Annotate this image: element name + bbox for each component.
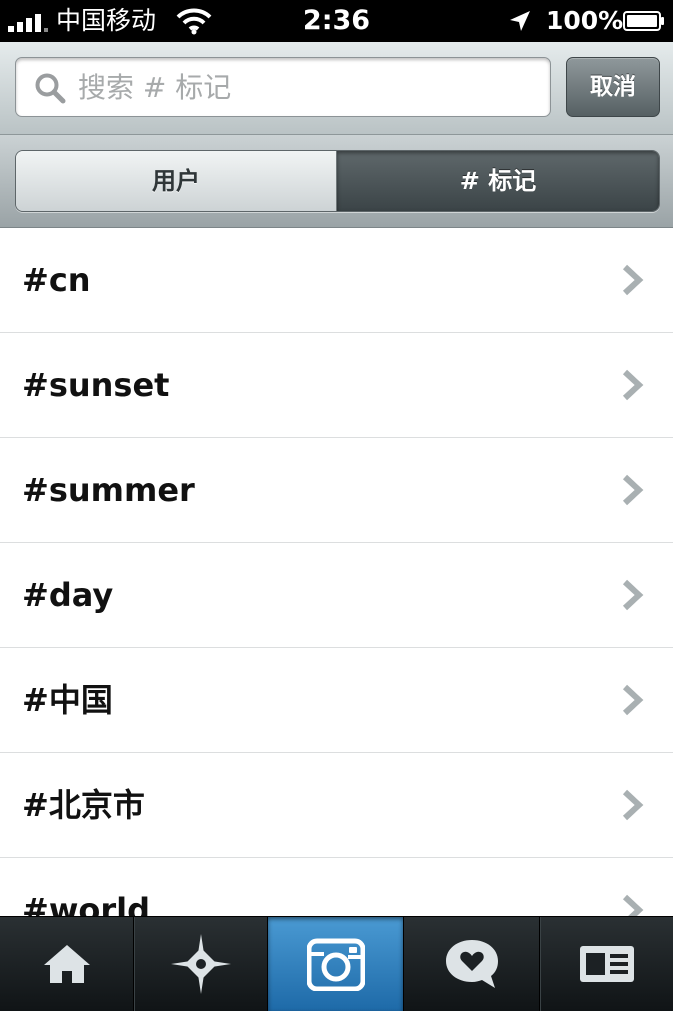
segment-users[interactable]: 用户 — [16, 151, 337, 211]
tag-label: #day — [22, 576, 114, 614]
tag-label: #world — [22, 891, 151, 916]
search-field[interactable] — [15, 57, 551, 117]
tag-label: #sunset — [22, 366, 170, 404]
chevron-right-icon — [622, 684, 644, 716]
chevron-right-icon — [622, 474, 644, 506]
profile-card-icon — [579, 946, 634, 982]
tag-row[interactable]: #day — [0, 543, 673, 649]
tag-label: #中国 — [22, 681, 113, 719]
status-bar: 中国移动 2:36 100% — [0, 0, 673, 42]
chevron-right-icon — [622, 369, 644, 401]
tag-label: #北京市 — [22, 786, 145, 824]
tag-row[interactable]: #中国 — [0, 648, 673, 754]
tab-profile[interactable] — [540, 917, 673, 1011]
tag-row[interactable]: #world — [0, 858, 673, 916]
tag-row[interactable]: #summer — [0, 438, 673, 544]
cancel-button[interactable]: 取消 — [566, 57, 660, 117]
tag-row[interactable]: #cn — [0, 228, 673, 334]
tag-results-list: #cn #sunset #summer #day #中国 #北京市 #world — [0, 228, 673, 916]
search-type-bar: 用户 # 标记 — [0, 135, 673, 229]
search-icon — [35, 73, 66, 104]
tag-label: #summer — [22, 471, 195, 509]
news-heart-bubble-icon — [445, 940, 498, 988]
tag-label: #cn — [22, 261, 91, 299]
tab-home[interactable] — [0, 917, 134, 1011]
tab-news[interactable] — [404, 917, 540, 1011]
location-arrow-icon — [510, 11, 530, 31]
search-input[interactable] — [78, 58, 538, 116]
chevron-right-icon — [622, 264, 644, 296]
camera-icon — [306, 938, 365, 991]
tag-row[interactable]: #sunset — [0, 333, 673, 439]
battery-percent: 100% — [546, 6, 624, 35]
battery-icon — [623, 11, 664, 31]
chevron-right-icon — [622, 789, 644, 821]
tab-explore[interactable] — [134, 917, 268, 1011]
tab-bar — [0, 916, 673, 1011]
segment-tags[interactable]: # 标记 — [337, 151, 659, 211]
search-type-segmented-control: 用户 # 标记 — [15, 150, 660, 212]
home-icon — [43, 945, 90, 983]
chevron-right-icon — [622, 894, 644, 916]
explore-star-icon — [170, 934, 231, 994]
tag-row[interactable]: #北京市 — [0, 753, 673, 859]
chevron-right-icon — [622, 579, 644, 611]
search-header: 取消 — [0, 42, 673, 135]
tab-camera[interactable] — [268, 917, 404, 1011]
